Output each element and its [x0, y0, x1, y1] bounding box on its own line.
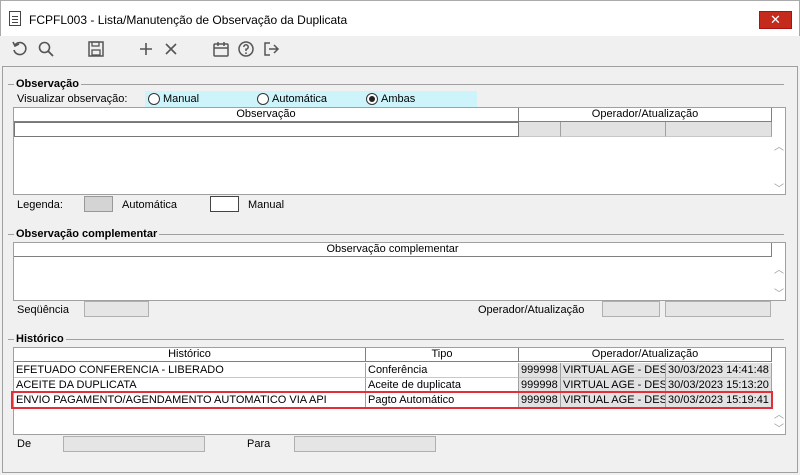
legend-manual-label: Manual [248, 199, 285, 211]
radio-automatica-label: Automática [272, 93, 328, 105]
radio-automatica-dot[interactable] [257, 93, 269, 105]
table-row-0-data[interactable]: 30/03/2023 14:41:48 [666, 363, 772, 378]
para-field[interactable] [294, 436, 436, 452]
observacao-operador-name-cell [561, 122, 666, 137]
complementar-group-title: Observação complementar [14, 228, 160, 240]
operador-label: Operador/Atualização [478, 304, 585, 316]
legend-auto-swatch [84, 196, 113, 212]
table-row-2-cod[interactable]: 999998 [519, 393, 561, 408]
radio-ambas-label: Ambas [381, 93, 416, 105]
add-icon[interactable] [137, 40, 155, 58]
para-label: Para [247, 438, 271, 450]
sequencia-label: Seqüência [17, 304, 69, 316]
sequencia-field[interactable] [84, 301, 149, 317]
exit-icon[interactable] [262, 40, 280, 58]
col-observacao[interactable]: Observação [14, 108, 519, 122]
refresh-icon[interactable] [11, 40, 29, 58]
table-row-0-historico[interactable]: EFETUADO CONFERENCIA - LIBERADO [14, 363, 366, 378]
col-tipo[interactable]: Tipo [366, 348, 519, 362]
legend-label: Legenda: [17, 199, 63, 211]
table-row-2-data[interactable]: 30/03/2023 15:19:41 [666, 393, 772, 408]
col-operador-atualizacao[interactable]: Operador/Atualização [519, 348, 772, 362]
observacao-input-cell[interactable] [14, 122, 519, 137]
document-icon [9, 11, 21, 26]
historico-grid[interactable]: Histórico Tipo Operador/Atualização EFET… [13, 347, 786, 435]
col-observacao-complementar[interactable]: Observação complementar [14, 243, 772, 257]
observacao-grid[interactable]: Observação Operador/Atualização ︿ ﹀ [13, 107, 786, 195]
observacao-group-title: Observação [14, 78, 81, 90]
legend-manual-swatch [210, 196, 239, 212]
table-row-2-operador[interactable]: VIRTUAL AGE - DESEN [561, 393, 666, 408]
help-icon[interactable] [237, 40, 255, 58]
historico-scroll-down-icon[interactable]: ﹀ [774, 420, 784, 435]
de-label: De [17, 438, 32, 450]
complementar-scroll-up-icon[interactable]: ︿ [774, 261, 784, 276]
radio-manual[interactable]: Manual [148, 93, 199, 105]
radio-ambas-dot[interactable] [366, 93, 378, 105]
table-row-2-historico[interactable]: ENVIO PAGAMENTO/AGENDAMENTO AUTOMATICO V… [14, 393, 366, 408]
title-bar: FCPFL003 - Lista/Manutenção de Observaçã… [0, 0, 800, 36]
radio-manual-dot[interactable] [148, 93, 160, 105]
delete-icon[interactable] [162, 40, 180, 58]
table-row-1-tipo[interactable]: Aceite de duplicata [366, 378, 519, 393]
scroll-down-icon[interactable]: ﹀ [774, 180, 784, 195]
col-operador[interactable]: Operador/Atualização [519, 108, 772, 122]
table-row-0-cod[interactable]: 999998 [519, 363, 561, 378]
table-row-0-operador[interactable]: VIRTUAL AGE - DESEN [561, 363, 666, 378]
table-row-2-tipo[interactable]: Pagto Automático [366, 393, 519, 408]
historico-group-title: Histórico [14, 333, 66, 345]
scroll-up-icon[interactable]: ︿ [774, 138, 784, 153]
calendar-icon[interactable] [212, 40, 230, 58]
table-row-1-cod[interactable]: 999998 [519, 378, 561, 393]
close-button[interactable]: ✕ [759, 11, 792, 29]
operador-code-field[interactable] [602, 301, 660, 317]
legend-auto-label: Automática [122, 199, 178, 211]
radio-automatica[interactable]: Automática [257, 93, 327, 105]
table-row-1-operador[interactable]: VIRTUAL AGE - DESEN [561, 378, 666, 393]
radio-ambas[interactable]: Ambas [366, 93, 415, 105]
de-field[interactable] [63, 436, 205, 452]
toolbar [0, 36, 800, 62]
table-row-1-data[interactable]: 30/03/2023 15:13:20 [666, 378, 772, 393]
table-row-1-historico[interactable]: ACEITE DA DUPLICATA [14, 378, 366, 393]
observacao-date-cell [666, 122, 772, 137]
search-icon[interactable] [37, 40, 55, 58]
operador-name-field[interactable] [665, 301, 771, 317]
col-historico[interactable]: Histórico [14, 348, 366, 362]
table-row-0-tipo[interactable]: Conferência [366, 363, 519, 378]
save-icon[interactable] [87, 40, 105, 58]
historico-scroll-up-icon[interactable]: ︿ [774, 406, 784, 421]
complementar-grid[interactable]: Observação complementar ︿ ﹀ [13, 242, 786, 301]
view-observation-label: Visualizar observação: [17, 93, 128, 105]
observacao-operador-cell [519, 122, 561, 137]
radio-manual-label: Manual [163, 93, 200, 105]
complementar-scroll-down-icon[interactable]: ﹀ [774, 285, 784, 300]
window-title: FCPFL003 - Lista/Manutenção de Observaçã… [29, 13, 348, 27]
